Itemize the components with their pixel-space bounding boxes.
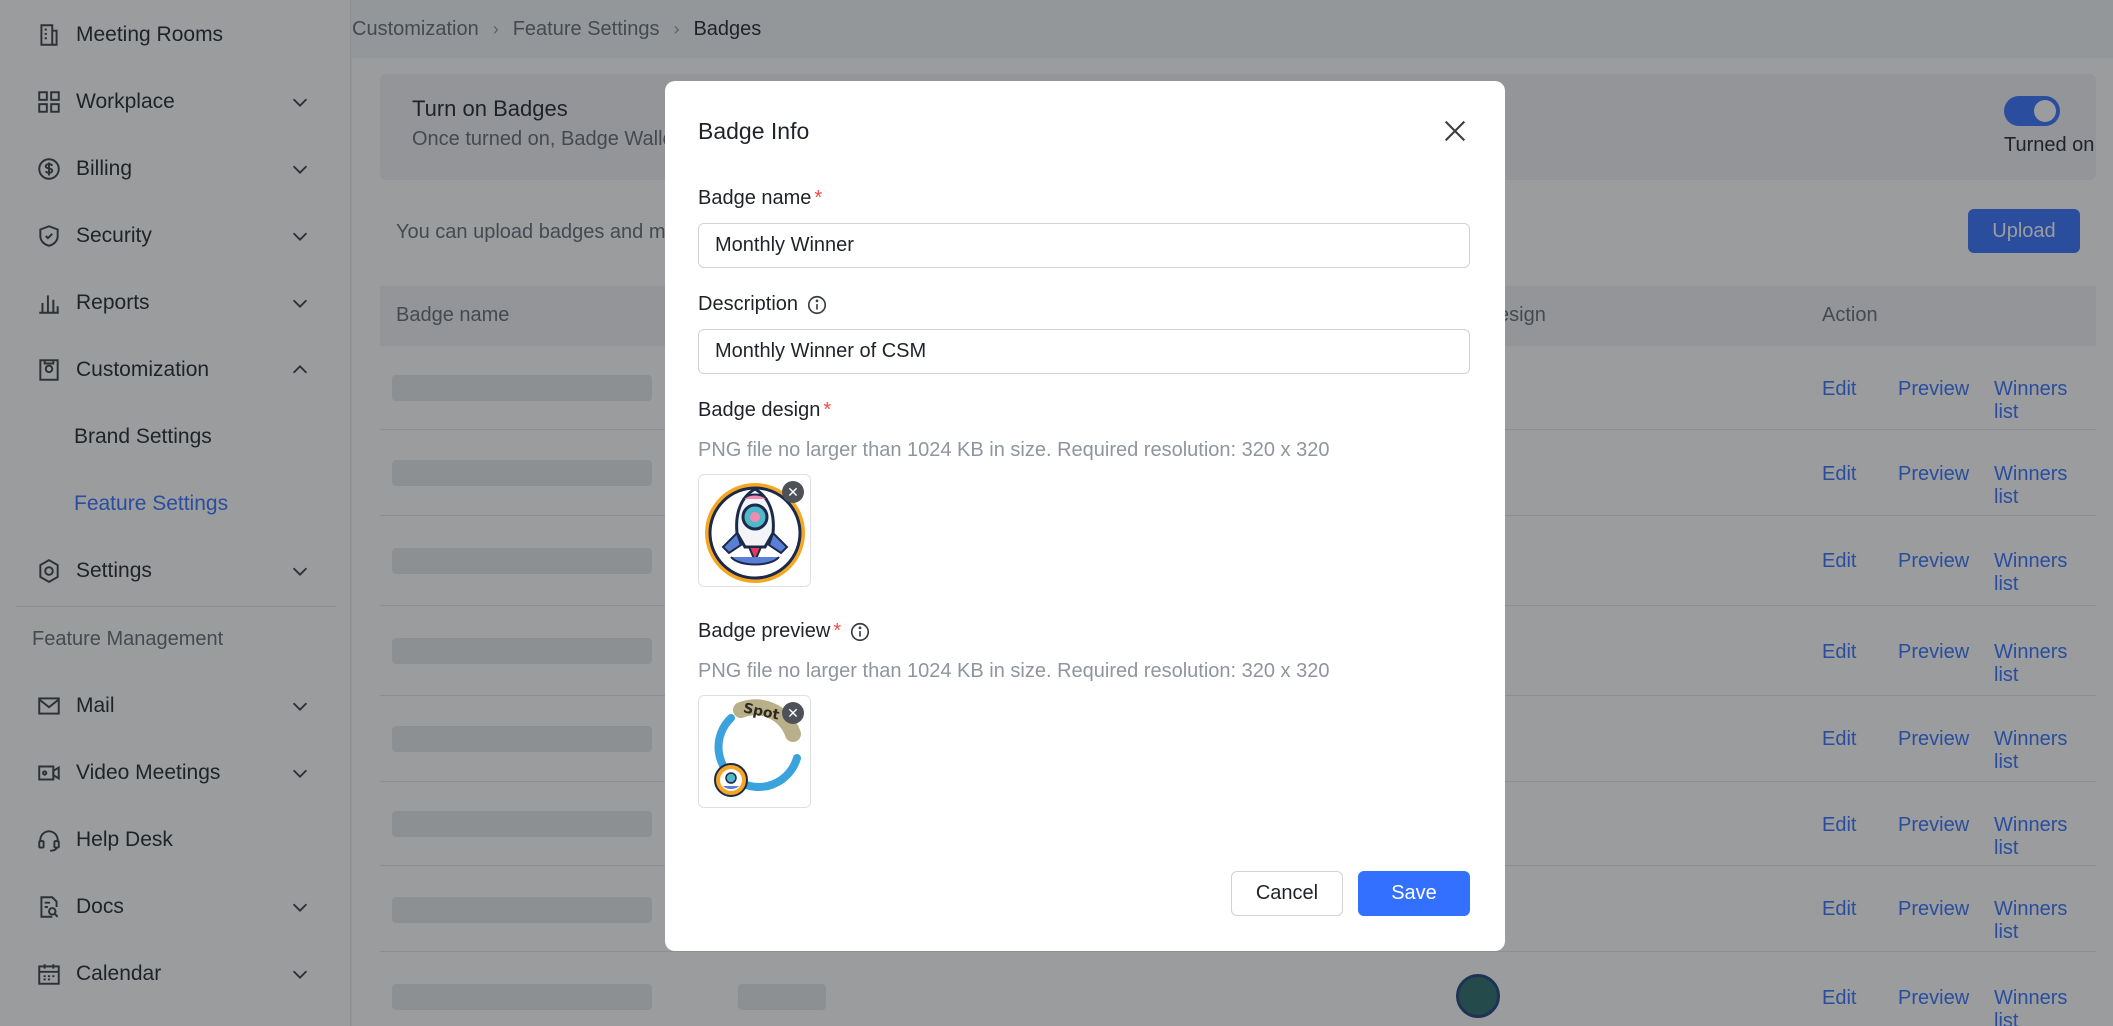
info-icon[interactable]	[849, 621, 871, 643]
description-label: Description	[698, 293, 828, 316]
badge-preview-hint: PNG file no larger than 1024 KB in size.…	[698, 660, 1330, 682]
badge-name-label: Badge name *	[698, 187, 822, 210]
dialog-title: Badge Info	[698, 118, 810, 144]
badge-info-dialog: Badge Info Badge name * Monthly Winner De…	[665, 81, 1505, 951]
required-mark: *	[814, 187, 823, 209]
field-label-text: Badge name	[698, 187, 812, 209]
badge-preview-label: Badge preview *	[698, 620, 871, 643]
badge-design-upload[interactable]: ✕	[698, 474, 811, 587]
cancel-button[interactable]: Cancel	[1231, 871, 1343, 916]
badge-name-input[interactable]: Monthly Winner	[698, 223, 1470, 268]
close-icon[interactable]	[1441, 117, 1469, 145]
field-label-text: Description	[698, 293, 799, 315]
badge-design-hint: PNG file no larger than 1024 KB in size.…	[698, 439, 1330, 461]
field-label-text: Badge design	[698, 399, 821, 421]
save-button[interactable]: Save	[1358, 871, 1470, 916]
remove-image-icon[interactable]: ✕	[782, 702, 804, 724]
badge-design-label: Badge design *	[698, 399, 831, 422]
badge-preview-upload[interactable]: Spot ✕	[698, 695, 811, 808]
remove-image-icon[interactable]: ✕	[782, 481, 804, 503]
info-icon[interactable]	[806, 294, 828, 316]
description-input[interactable]: Monthly Winner of CSM	[698, 329, 1470, 374]
required-mark: *	[823, 399, 832, 421]
field-label-text: Badge preview	[698, 620, 831, 642]
required-mark: *	[833, 620, 842, 642]
